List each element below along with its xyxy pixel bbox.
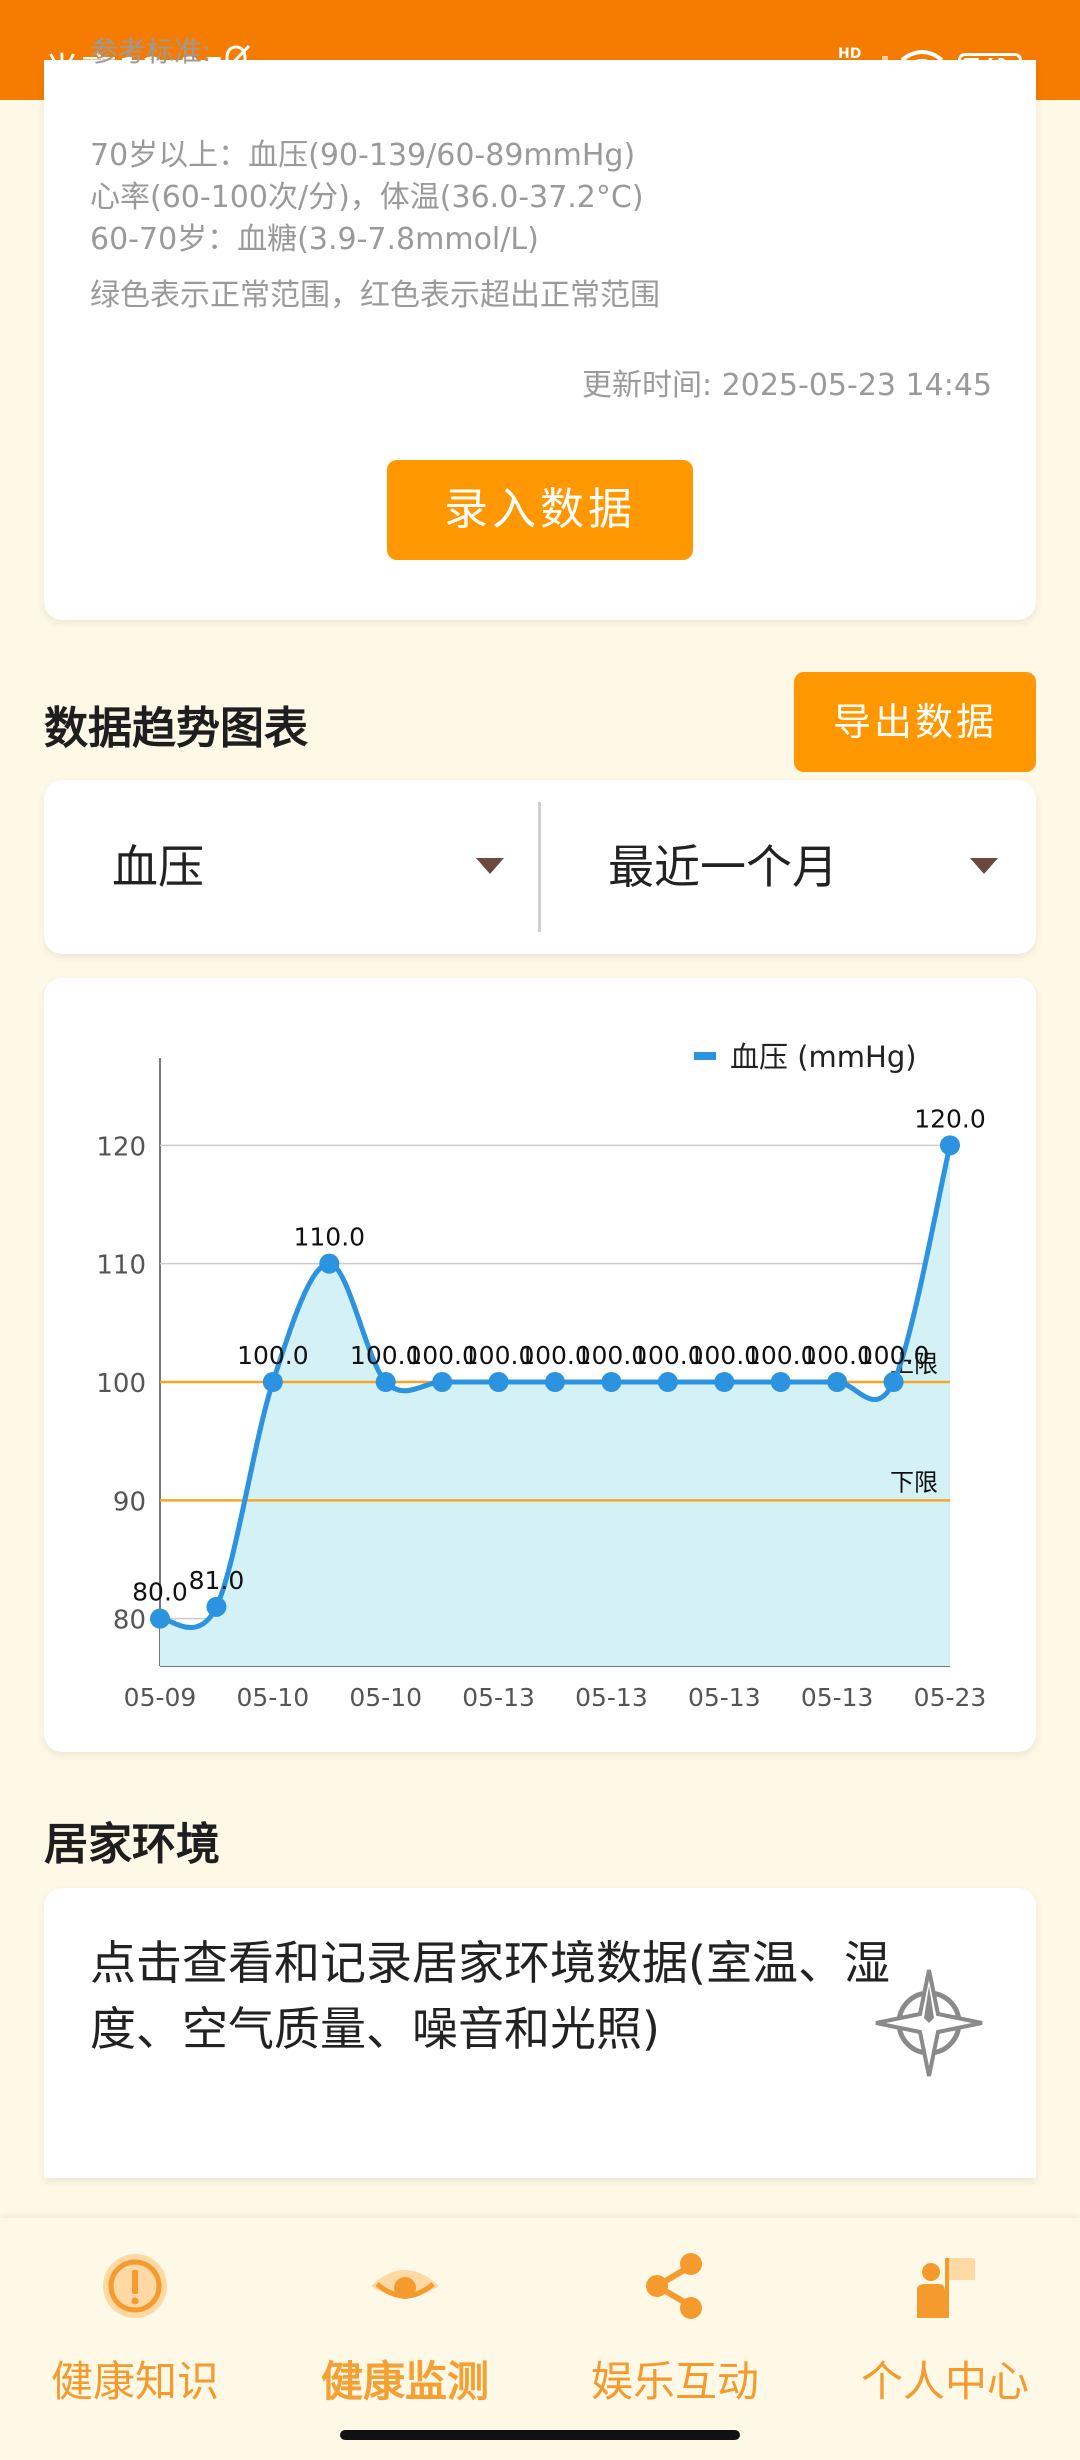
nav-health-monitor[interactable]: 健康监测 [270, 2246, 540, 2409]
person-flag-icon [917, 2258, 975, 2318]
x-tick-label: 05-10 [349, 1683, 422, 1712]
legend-label: 血压 (mmHg) [730, 1040, 917, 1074]
nav-label: 娱乐互动 [590, 2357, 759, 2406]
chevron-down-icon [970, 858, 998, 874]
color-legend-note: 绿色表示正常范围，红色表示超出正常范围 [90, 278, 660, 313]
x-tick-label: 05-10 [237, 1683, 310, 1712]
y-tick-label: 110 [96, 1251, 146, 1281]
home-indicator[interactable] [340, 2430, 740, 2440]
data-point [940, 1135, 960, 1156]
y-tick-label: 80 [113, 1606, 146, 1636]
environment-card[interactable]: 点击查看和记录居家环境数据(室温、湿度、空气质量、噪音和光照) [44, 1888, 1036, 2178]
data-point [601, 1372, 622, 1392]
data-point [262, 1372, 283, 1392]
data-point [206, 1596, 227, 1617]
data-point [319, 1253, 340, 1274]
nav-label: 个人中心 [860, 2357, 1029, 2406]
data-point [770, 1372, 791, 1392]
x-tick-label: 05-13 [575, 1683, 648, 1712]
bottom-navigation: 健康知识 健康监测 娱乐互动 个人中心 [0, 2218, 1080, 2460]
x-tick-label: 05-13 [688, 1683, 761, 1712]
eye-icon [371, 2270, 439, 2299]
data-point [714, 1372, 735, 1392]
compass-icon [875, 1969, 983, 2077]
data-label: 110.0 [293, 1223, 365, 1252]
data-point [545, 1372, 565, 1392]
share-icon [646, 2253, 702, 2319]
chart-filter-card: 血压 最近一个月 [44, 780, 1036, 954]
data-point [488, 1372, 509, 1392]
data-point [375, 1372, 396, 1392]
y-tick-label: 120 [96, 1132, 146, 1162]
data-label: 100.0 [858, 1341, 930, 1370]
update-time: 更新时间: 2025-05-23 14:45 [582, 368, 992, 403]
nav-personal-center[interactable]: 个人中心 [810, 2246, 1080, 2409]
nav-label: 健康知识 [50, 2357, 219, 2406]
chevron-down-icon [476, 858, 504, 874]
legend-swatch [694, 1052, 716, 1060]
data-label: 120.0 [914, 1104, 986, 1133]
reference-line-2: 心率(60-100次/分)，体温(36.0-37.2°C) [90, 180, 644, 215]
data-point [657, 1372, 678, 1392]
info-icon [103, 2254, 167, 2318]
reference-line-3: 60-70岁：血糖(3.9-7.8mmol/L) [90, 222, 539, 257]
trend-chart-card: 80 90 100 110 120 上限 下限 80.0 81.0 100.0 110.0 100.0… [44, 978, 1036, 1752]
data-point [150, 1608, 170, 1629]
range-select-value: 最近一个月 [608, 840, 838, 894]
data-point [432, 1372, 453, 1392]
data-label: 100.0 [237, 1341, 309, 1370]
environment-section-title: 居家环境 [44, 1819, 220, 1870]
data-label: 80.0 [132, 1578, 188, 1607]
x-tick-label: 05-13 [462, 1683, 535, 1712]
entry-data-button[interactable]: 录入数据 [387, 460, 693, 560]
data-label: 81.0 [189, 1566, 245, 1595]
nav-entertainment[interactable]: 娱乐互动 [540, 2246, 810, 2409]
y-tick-label: 100 [96, 1369, 146, 1399]
range-select[interactable]: 最近一个月 [608, 780, 1008, 954]
reference-card: 参考标准: 70岁以上：血压(90-139/60-89mmHg) 心率(60-1… [44, 35, 1036, 620]
x-tick-label: 05-13 [801, 1683, 874, 1712]
limit-label: 下限 [890, 1468, 938, 1496]
y-tick-label: 90 [113, 1487, 146, 1517]
nav-health-knowledge[interactable]: 健康知识 [0, 2246, 270, 2409]
reference-line-1: 70岁以上：血压(90-139/60-89mmHg) [90, 138, 636, 173]
export-data-button[interactable]: 导出数据 [794, 672, 1036, 772]
trend-section-title: 数据趋势图表 [44, 703, 308, 754]
trend-chart: 8090100110120上限下限80.0 81.0100.0110.0100.0… [96, 1040, 987, 1712]
environment-description: 点击查看和记录居家环境数据(室温、湿度、空气质量、噪音和光照) [90, 1936, 890, 2056]
data-point [883, 1372, 904, 1392]
series-area [160, 1145, 950, 1666]
nav-label: 健康监测 [320, 2357, 489, 2406]
reference-heading: 参考标准: [90, 35, 212, 68]
x-tick-label: 05-23 [914, 1683, 987, 1712]
select-divider [538, 802, 541, 932]
metric-select-value: 血压 [112, 840, 204, 894]
data-point [827, 1372, 848, 1392]
x-tick-label: 05-09 [124, 1683, 197, 1712]
metric-select[interactable]: 血压 [112, 780, 512, 954]
